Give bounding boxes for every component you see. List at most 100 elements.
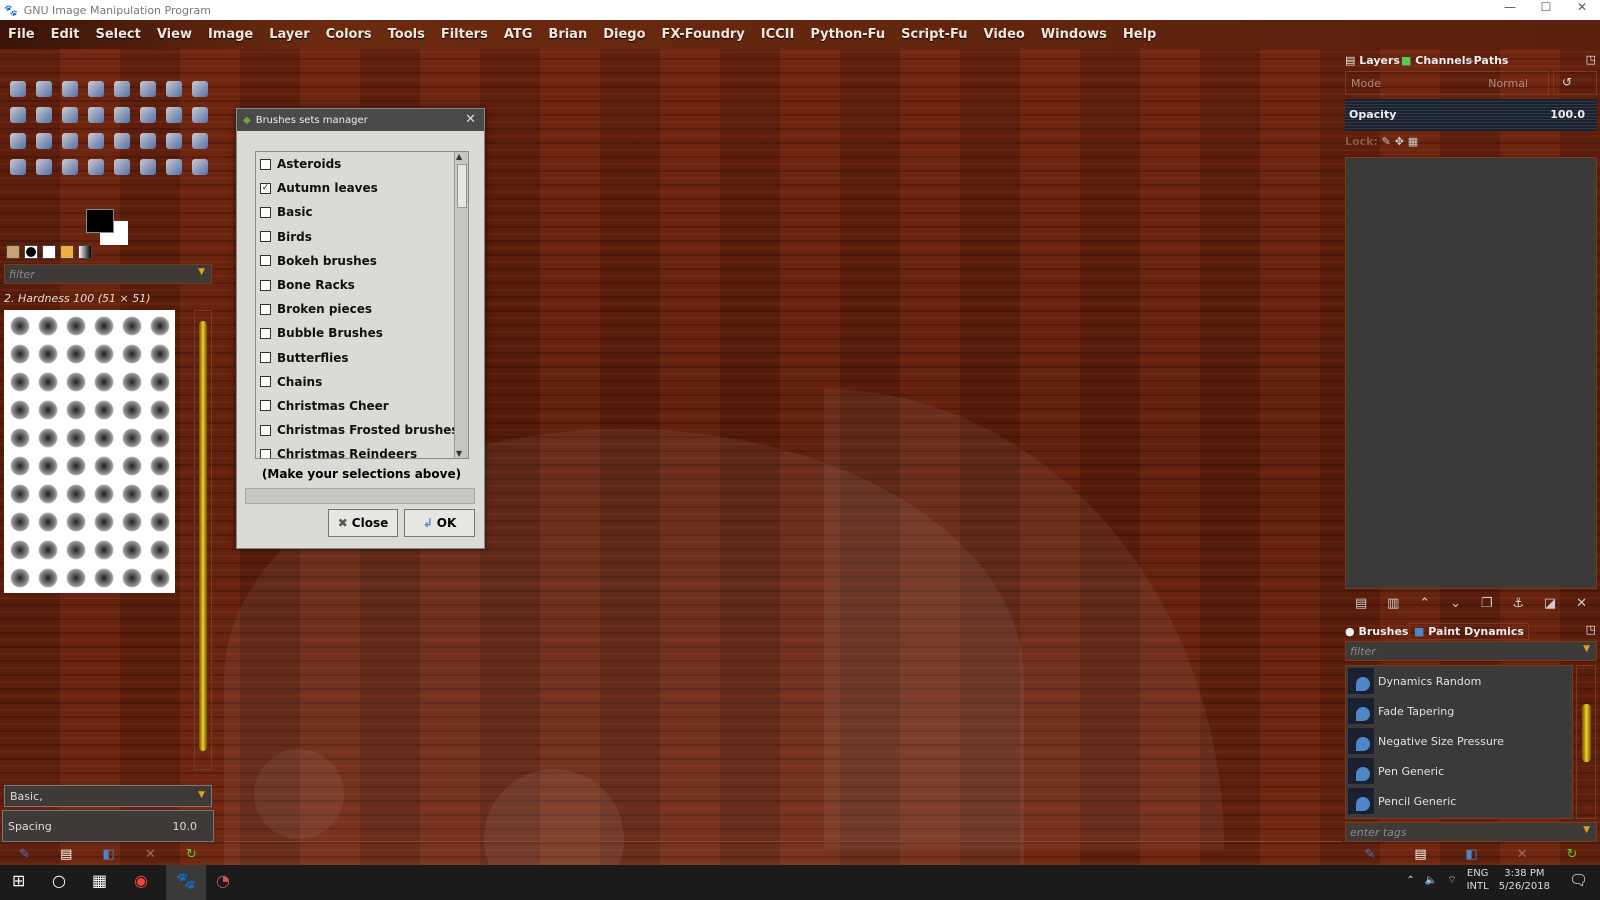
dropdown-arrow-icon[interactable]: ▼ (1583, 825, 1590, 835)
brush-thumbnail[interactable] (122, 512, 142, 532)
brush-thumbnail[interactable] (150, 316, 170, 336)
dynamics-item[interactable]: Dynamics Random (1346, 666, 1572, 696)
scroll-thumb[interactable] (1582, 704, 1591, 762)
brush-thumbnail[interactable] (10, 512, 30, 532)
new-layer-icon[interactable]: ▤ (1355, 596, 1367, 611)
tab-paint-dynamics[interactable]: ■ Paint Dynamics (1409, 623, 1529, 640)
checkbox[interactable] (260, 327, 271, 339)
tool-icon[interactable] (114, 107, 130, 123)
clock[interactable]: 3:38 PM 5/26/2018 (1499, 867, 1550, 893)
brush-thumbnail[interactable] (38, 316, 58, 336)
tool-options-tab-icon[interactable] (6, 245, 20, 259)
brush-thumbnail[interactable] (38, 540, 58, 560)
brush-thumbnail[interactable] (66, 540, 86, 560)
checkbox[interactable] (260, 376, 271, 388)
minimize-button[interactable]: — (1492, 0, 1528, 14)
checkbox[interactable] (260, 448, 271, 458)
tool-icon[interactable] (114, 81, 130, 97)
menu-tools[interactable]: Tools (388, 27, 425, 42)
tool-icon[interactable] (36, 133, 52, 149)
tool-icon[interactable] (192, 107, 208, 123)
brush-thumbnail[interactable] (122, 372, 142, 392)
checkbox[interactable] (260, 352, 271, 364)
dropdown-arrow-icon[interactable]: ▼ (1583, 644, 1590, 654)
dynamics-filter-input[interactable]: filter ▼ (1345, 641, 1597, 661)
brush-set-item[interactable]: Bubble Brushes (256, 321, 468, 345)
brush-tag-field[interactable]: Basic, ▼ (4, 785, 212, 807)
tool-icon[interactable] (166, 81, 182, 97)
tool-icon[interactable] (62, 81, 78, 97)
checkbox[interactable] (260, 158, 271, 170)
brush-thumbnail[interactable] (38, 372, 58, 392)
list-scrollbar[interactable]: ▲ ▼ (454, 152, 468, 458)
checkbox[interactable] (260, 303, 271, 315)
raise-layer-icon[interactable]: ⌃ (1419, 596, 1430, 611)
menu-colors[interactable]: Colors (326, 27, 372, 42)
dynamics-item[interactable]: Pencil Generic (1346, 786, 1572, 816)
tool-icon[interactable] (36, 159, 52, 175)
brush-thumbnail[interactable] (94, 456, 114, 476)
brush-set-item[interactable]: Broken pieces (256, 297, 468, 321)
spacing-slider[interactable]: Spacing 10.0 (2, 810, 214, 842)
opacity-slider[interactable]: Opacity 100.0 (1345, 99, 1597, 131)
brush-thumbnail[interactable] (66, 456, 86, 476)
dock-menu-icon[interactable]: ◳ (1586, 623, 1596, 636)
checkbox[interactable] (260, 400, 271, 412)
brush-thumbnail[interactable] (38, 484, 58, 504)
tool-icon[interactable] (88, 133, 104, 149)
mask-layer-icon[interactable]: ◪ (1544, 596, 1556, 611)
brush-set-item[interactable]: Christmas Frosted brushes (256, 418, 468, 442)
mode-select[interactable]: Mode Normal (1345, 71, 1549, 95)
brush-thumbnail[interactable] (38, 456, 58, 476)
menu-atg[interactable]: ATG (504, 27, 533, 42)
maximize-button[interactable]: ☐ (1528, 0, 1564, 14)
dock-menu-icon[interactable]: ◳ (1586, 53, 1596, 66)
brush-set-item[interactable]: Asteroids (256, 152, 468, 176)
brush-thumbnail[interactable] (122, 484, 142, 504)
new-layer-group-icon[interactable]: ▥ (1387, 596, 1399, 611)
menu-filters[interactable]: Filters (441, 27, 488, 42)
delete-layer-icon[interactable]: ✕ (1576, 596, 1587, 611)
menu-brian[interactable]: Brian (548, 27, 587, 42)
brush-thumbnail[interactable] (10, 372, 30, 392)
brush-set-item[interactable]: Basic (256, 200, 468, 224)
brush-thumbnail[interactable] (66, 316, 86, 336)
menu-file[interactable]: File (8, 27, 35, 42)
edit-brush-icon[interactable]: ✎ (19, 847, 30, 862)
anchor-layer-icon[interactable]: ⚓ (1512, 596, 1524, 611)
menu-edit[interactable]: Edit (51, 27, 80, 42)
menu-image[interactable]: Image (208, 27, 253, 42)
menu-help[interactable]: Help (1123, 27, 1156, 42)
brush-set-item[interactable]: ✓ Autumn leaves (256, 176, 468, 200)
tool-icon[interactable] (192, 159, 208, 175)
tool-icon[interactable] (192, 81, 208, 97)
tool-icon[interactable] (10, 133, 26, 149)
calculator-icon[interactable]: ▦ (92, 871, 107, 890)
brushes-tab-icon[interactable] (24, 245, 38, 259)
show-hidden-icons[interactable]: ⌃ (1406, 875, 1414, 886)
brush-thumbnail[interactable] (10, 568, 30, 588)
menu-script-fu[interactable]: Script-Fu (901, 27, 967, 42)
tool-icon[interactable] (62, 133, 78, 149)
network-icon[interactable]: ⌔ (1447, 874, 1456, 887)
brush-thumbnail[interactable] (38, 568, 58, 588)
chrome-icon[interactable]: ◉ (134, 871, 148, 890)
checkbox-checked[interactable]: ✓ (260, 182, 271, 194)
dynamics-item[interactable]: Pen Generic (1346, 756, 1572, 786)
lower-layer-icon[interactable]: ⌄ (1450, 596, 1461, 611)
tab-brushes[interactable]: ● Brushes (1345, 625, 1408, 638)
tool-icon[interactable] (10, 107, 26, 123)
brush-thumbnail[interactable] (10, 428, 30, 448)
brush-set-item[interactable]: Bokeh brushes (256, 249, 468, 273)
delete-dynamics-icon[interactable]: ✕ (1517, 847, 1528, 862)
tool-icon[interactable] (140, 107, 156, 123)
menu-windows[interactable]: Windows (1041, 27, 1107, 42)
close-window-button[interactable]: ✕ (1564, 0, 1600, 14)
layers-list[interactable] (1345, 157, 1597, 589)
brush-thumbnail[interactable] (66, 484, 86, 504)
brush-thumbnail[interactable] (10, 484, 30, 504)
reset-mode-icon[interactable]: ↺ (1553, 71, 1597, 95)
brush-set-item[interactable]: Chains (256, 370, 468, 394)
tab-channels[interactable]: ■ Channels (1401, 54, 1472, 67)
scroll-thumb[interactable] (457, 164, 467, 208)
